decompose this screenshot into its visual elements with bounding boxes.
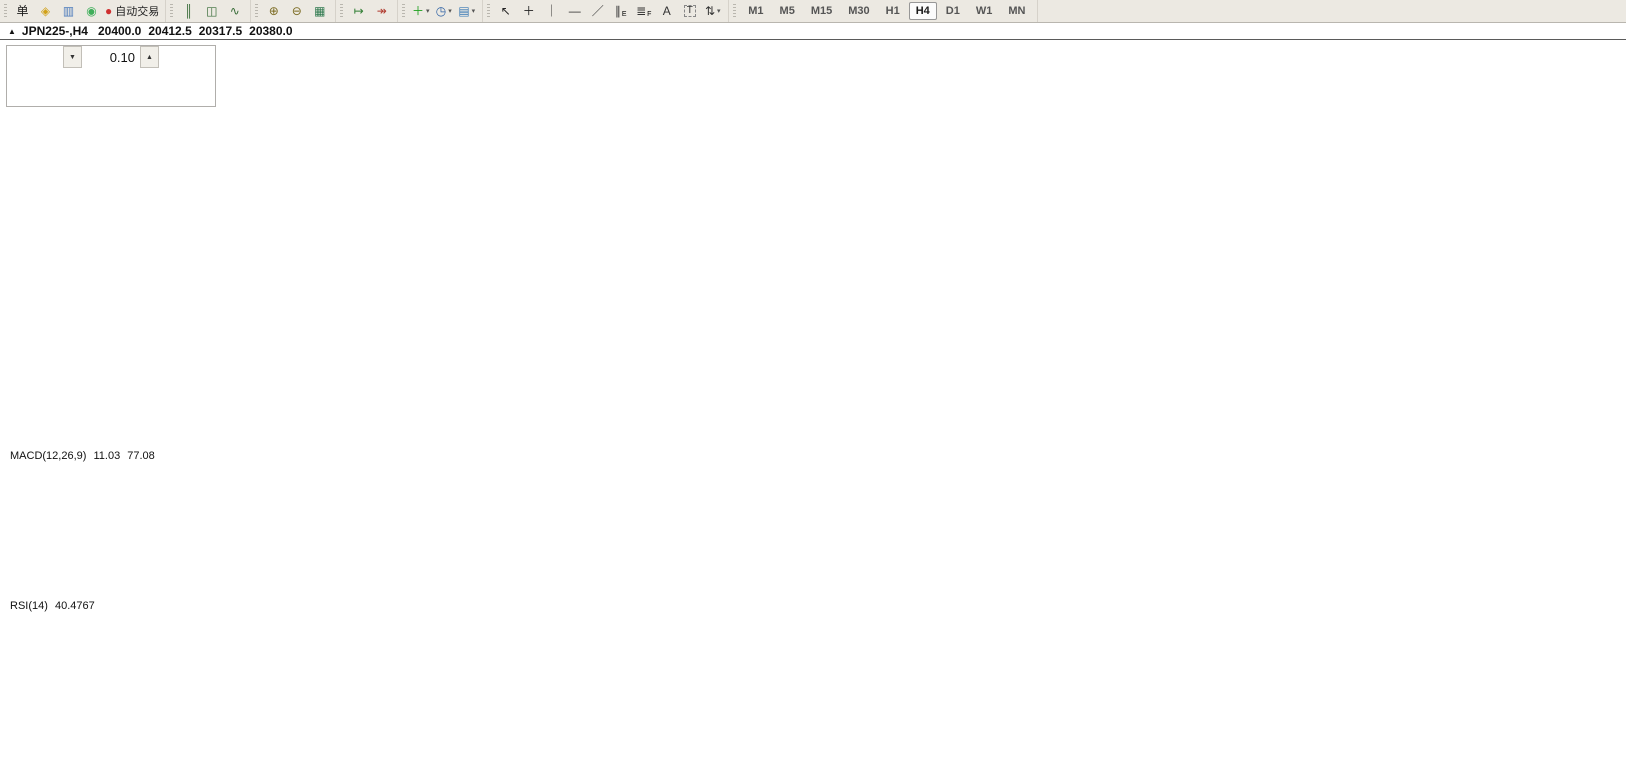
macd-indicator-header: MACD(12,26,9) 11.03 77.08 — [10, 450, 155, 462]
cursor-icon: ↖ — [500, 4, 511, 18]
toolbar-group-objects: ＋ ▾ ◷ ▾ ▤ ▾ — [398, 0, 484, 22]
chart-canvas[interactable] — [0, 0, 1626, 769]
symbol-timeframe-label: JPN225-,H4 — [21, 24, 88, 38]
buy-button[interactable]: BUY — [159, 46, 215, 68]
auto-scroll-button[interactable]: ↦ — [348, 1, 369, 22]
line-chart-button[interactable]: ∿ — [224, 1, 245, 22]
cursor-button[interactable]: ↖ — [495, 1, 516, 22]
ohlc-low: 20317.5 — [198, 24, 243, 38]
sell-price-frac: .5 — [69, 72, 95, 105]
sell-price-main: 20378 — [23, 82, 69, 99]
tf-m15[interactable]: M15 — [804, 2, 839, 20]
bar-chart-button[interactable]: ║ — [178, 1, 199, 22]
template-button[interactable]: ▤ ▾ — [456, 1, 477, 22]
ohlc-open: 20400.0 — [97, 24, 142, 38]
sell-price[interactable]: 20378 .5 — [7, 68, 111, 106]
macd-label: MACD(12,26,9) — [10, 450, 87, 462]
zoom-out-button[interactable]: ⊖ — [286, 1, 307, 22]
market-watch-button[interactable]: ▥ — [58, 1, 79, 22]
tf-h4[interactable]: H4 — [908, 2, 937, 20]
zoom-out-icon: ⊖ — [291, 4, 302, 18]
ohlc-close: 20380.0 — [249, 24, 293, 38]
fibonacci-icon: ≣ — [636, 4, 647, 18]
template-icon: ▤ — [458, 4, 470, 18]
toolbar-group-draw: ↖ ＋ ｜ — ／ ∥ E ≣ F A T ⇅ ▾ — [483, 0, 730, 22]
trendline-button[interactable]: ／ — [587, 1, 608, 22]
depth-of-market-button[interactable]: ◈ — [35, 1, 56, 22]
autotrading-icon: ● — [105, 4, 113, 18]
new-order-button[interactable]: 单 — [12, 1, 33, 22]
depth-of-market-icon: ◈ — [40, 4, 51, 18]
volume-down-button[interactable]: ▼ — [63, 46, 82, 68]
chart-title-bar: ▲ JPN225-,H4 20400.0 20412.5 20317.5 203… — [0, 23, 1626, 40]
tf-w1[interactable]: W1 — [969, 2, 1000, 20]
chart-shift-icon: ↠ — [376, 4, 387, 18]
buy-price-main: 20401 — [127, 82, 173, 99]
toolbar-group-scroll: ↦ ↠ — [336, 0, 399, 22]
toolbar-group-zoom: ⊕ ⊖ ▦ — [251, 0, 337, 22]
ohlc-high: 20412.5 — [148, 24, 192, 38]
arrows-icon: ⇅ — [704, 4, 716, 18]
horizontal-line-button[interactable]: — — [564, 1, 585, 22]
tf-m1[interactable]: M1 — [741, 2, 770, 20]
rsi-label: RSI(14) — [10, 600, 48, 612]
tf-m30[interactable]: M30 — [841, 2, 876, 20]
market-watch-icon: ▥ — [62, 4, 75, 18]
toolbar-group-trade: 单 ◈ ▥ ◉ ● 自动交易 — [0, 0, 167, 22]
vertical-line-button[interactable]: ｜ — [541, 1, 562, 22]
toolbar-group-timeframes: M1 M5 M15 M30 H1 H4 D1 W1 MN — [729, 0, 1039, 22]
rsi-value: 40.4767 — [54, 600, 95, 612]
tf-d1[interactable]: D1 — [939, 2, 967, 20]
macd-signal-value: 77.08 — [127, 450, 155, 462]
crosshair-button[interactable]: ＋ — [518, 1, 539, 22]
sell-button[interactable]: SELL — [7, 46, 63, 68]
tf-m5[interactable]: M5 — [773, 2, 802, 20]
rsi-indicator-header: RSI(14) 40.4767 — [10, 600, 95, 612]
tf-h1[interactable]: H1 — [879, 2, 907, 20]
candlestick-button[interactable]: ◫ — [201, 1, 222, 22]
toolbar-group-chart-type: ║ ◫ ∿ — [166, 0, 252, 22]
text-icon: A — [662, 4, 671, 18]
auto-scroll-icon: ↦ — [353, 4, 364, 18]
autotrading-label: 自动交易 — [115, 6, 160, 18]
new-order-button: 单 — [16, 4, 29, 18]
bar-chart-icon: ║ — [184, 4, 193, 18]
tile-windows-button[interactable]: ▦ — [309, 1, 330, 22]
periods-icon: ◷ — [435, 4, 447, 18]
candlestick-icon: ◫ — [206, 4, 218, 18]
one-click-trade-panel: SELL ▼ ▲ BUY 20378 .5 20401 .5 — [6, 45, 216, 107]
volume-up-button[interactable]: ▲ — [140, 46, 159, 68]
zoom-in-button[interactable]: ⊕ — [263, 1, 284, 22]
text-button[interactable]: A — [656, 1, 677, 22]
volume-input[interactable] — [82, 46, 140, 68]
vertical-line-icon: ｜ — [545, 4, 558, 18]
horizontal-line-icon: — — [568, 4, 581, 18]
channel-button[interactable]: ∥ E — [610, 1, 631, 22]
buy-price-frac: .5 — [173, 72, 199, 105]
collapse-icon[interactable]: ▲ — [8, 27, 16, 36]
add-indicator-icon: ＋ — [411, 4, 424, 18]
crosshair-icon: ＋ — [522, 4, 535, 18]
label-icon: T — [683, 5, 696, 17]
main-toolbar: 单 ◈ ▥ ◉ ● 自动交易 ║ ◫ ∿ ⊕ ⊖ ▦ ↦ ↠ ＋ ▾ ◷ ▾ ▤ ▾ ↖ ＋｜ — ／ ∥ E ≣ F A T ⇅ ▾ M1 M5… — [0, 0, 1626, 23]
periods-button[interactable]: ◷ ▾ — [433, 1, 454, 22]
signals-button[interactable]: ◉ — [81, 1, 102, 22]
arrows-button[interactable]: ⇅ ▾ — [702, 1, 723, 22]
autotrading-button[interactable]: ● 自动交易 — [104, 1, 160, 22]
zoom-in-icon: ⊕ — [268, 4, 279, 18]
channel-icon: ∥ — [614, 4, 621, 18]
chart-shift-button[interactable]: ↠ — [371, 1, 392, 22]
fibonacci-button[interactable]: ≣ F — [633, 1, 654, 22]
add-indicator-button[interactable]: ＋ ▾ — [410, 1, 431, 22]
tile-windows-icon: ▦ — [314, 4, 326, 18]
label-button[interactable]: T — [679, 1, 700, 22]
buy-price[interactable]: 20401 .5 — [111, 68, 215, 106]
macd-main-value: 11.03 — [93, 450, 121, 462]
signals-icon: ◉ — [86, 4, 97, 18]
tf-mn[interactable]: MN — [1001, 2, 1032, 20]
trendline-icon: ／ — [591, 4, 604, 18]
line-chart-icon: ∿ — [229, 4, 240, 18]
